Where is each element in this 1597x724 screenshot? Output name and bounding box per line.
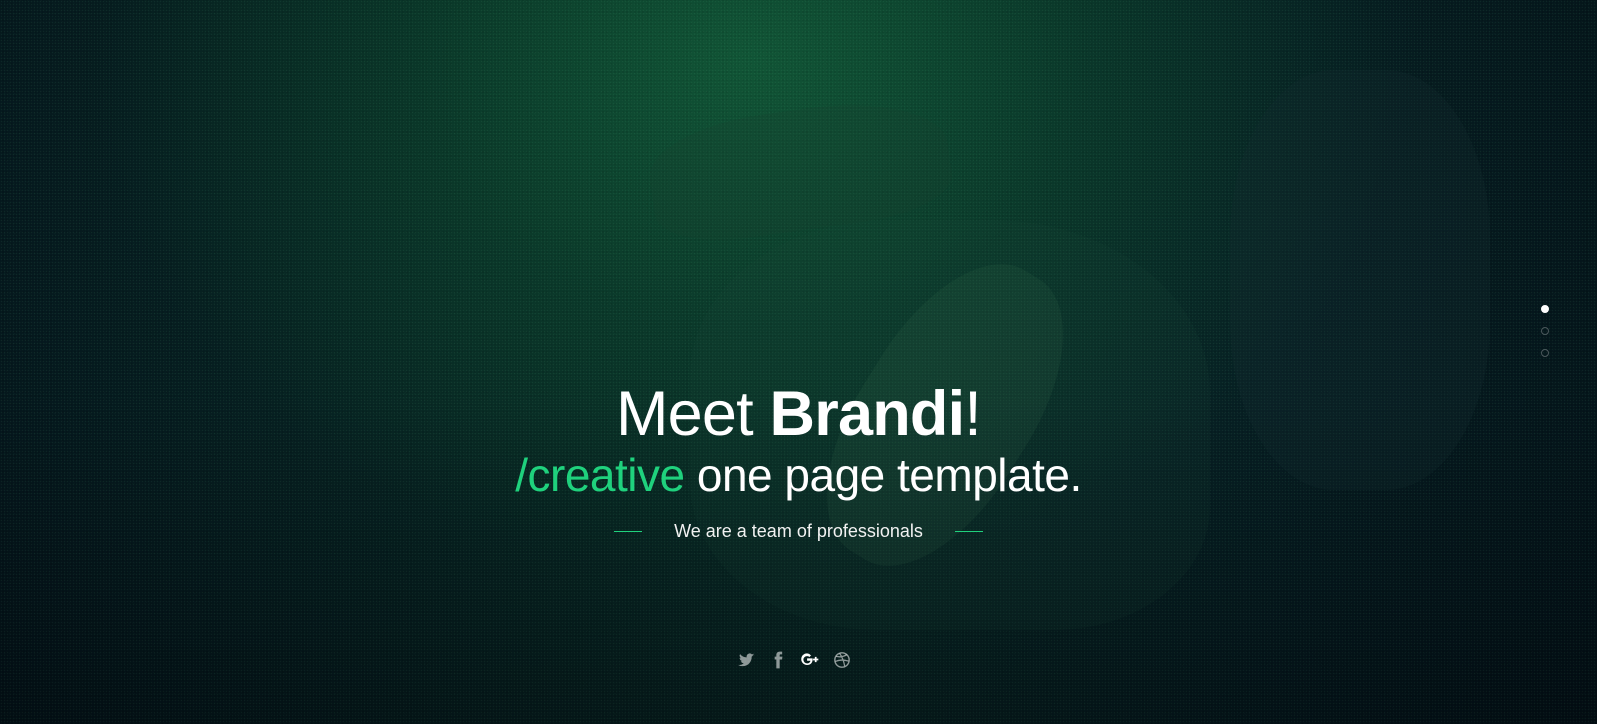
google-plus-icon[interactable] — [800, 650, 820, 670]
slider-dot-2[interactable] — [1541, 327, 1549, 335]
background-noise — [0, 0, 1597, 724]
slider-dot-3[interactable] — [1541, 349, 1549, 357]
background-texture — [0, 0, 1597, 724]
headline-suffix: ! — [964, 379, 982, 449]
slider-dot-1[interactable] — [1541, 305, 1549, 313]
hero-headline: Meet Brandi! — [0, 378, 1597, 450]
hero-copy: Meet Brandi! /creative one page template… — [0, 378, 1597, 542]
twitter-icon[interactable] — [736, 650, 756, 670]
headline-prefix: Meet — [615, 379, 770, 449]
social-links — [736, 650, 852, 670]
background-vignette — [0, 0, 1597, 724]
brand-name: Brandi — [769, 379, 966, 449]
hero-tagline: We are a team of professionals — [674, 521, 923, 541]
tagline-right-divider — [954, 530, 983, 532]
background-hat-shape — [643, 89, 957, 251]
slider-pagination — [1541, 305, 1551, 371]
subheadline-rest: one page template. — [684, 449, 1082, 501]
subheadline-accent: /creative — [515, 449, 685, 501]
tagline-row: We are a team of professionals — [0, 520, 1597, 542]
hero-section: Meet Brandi! /creative one page template… — [0, 0, 1597, 724]
dribbble-icon[interactable] — [832, 650, 852, 670]
facebook-icon[interactable] — [768, 650, 788, 670]
hero-subheadline: /creative one page template. — [0, 448, 1597, 502]
tagline-left-divider — [614, 530, 643, 532]
